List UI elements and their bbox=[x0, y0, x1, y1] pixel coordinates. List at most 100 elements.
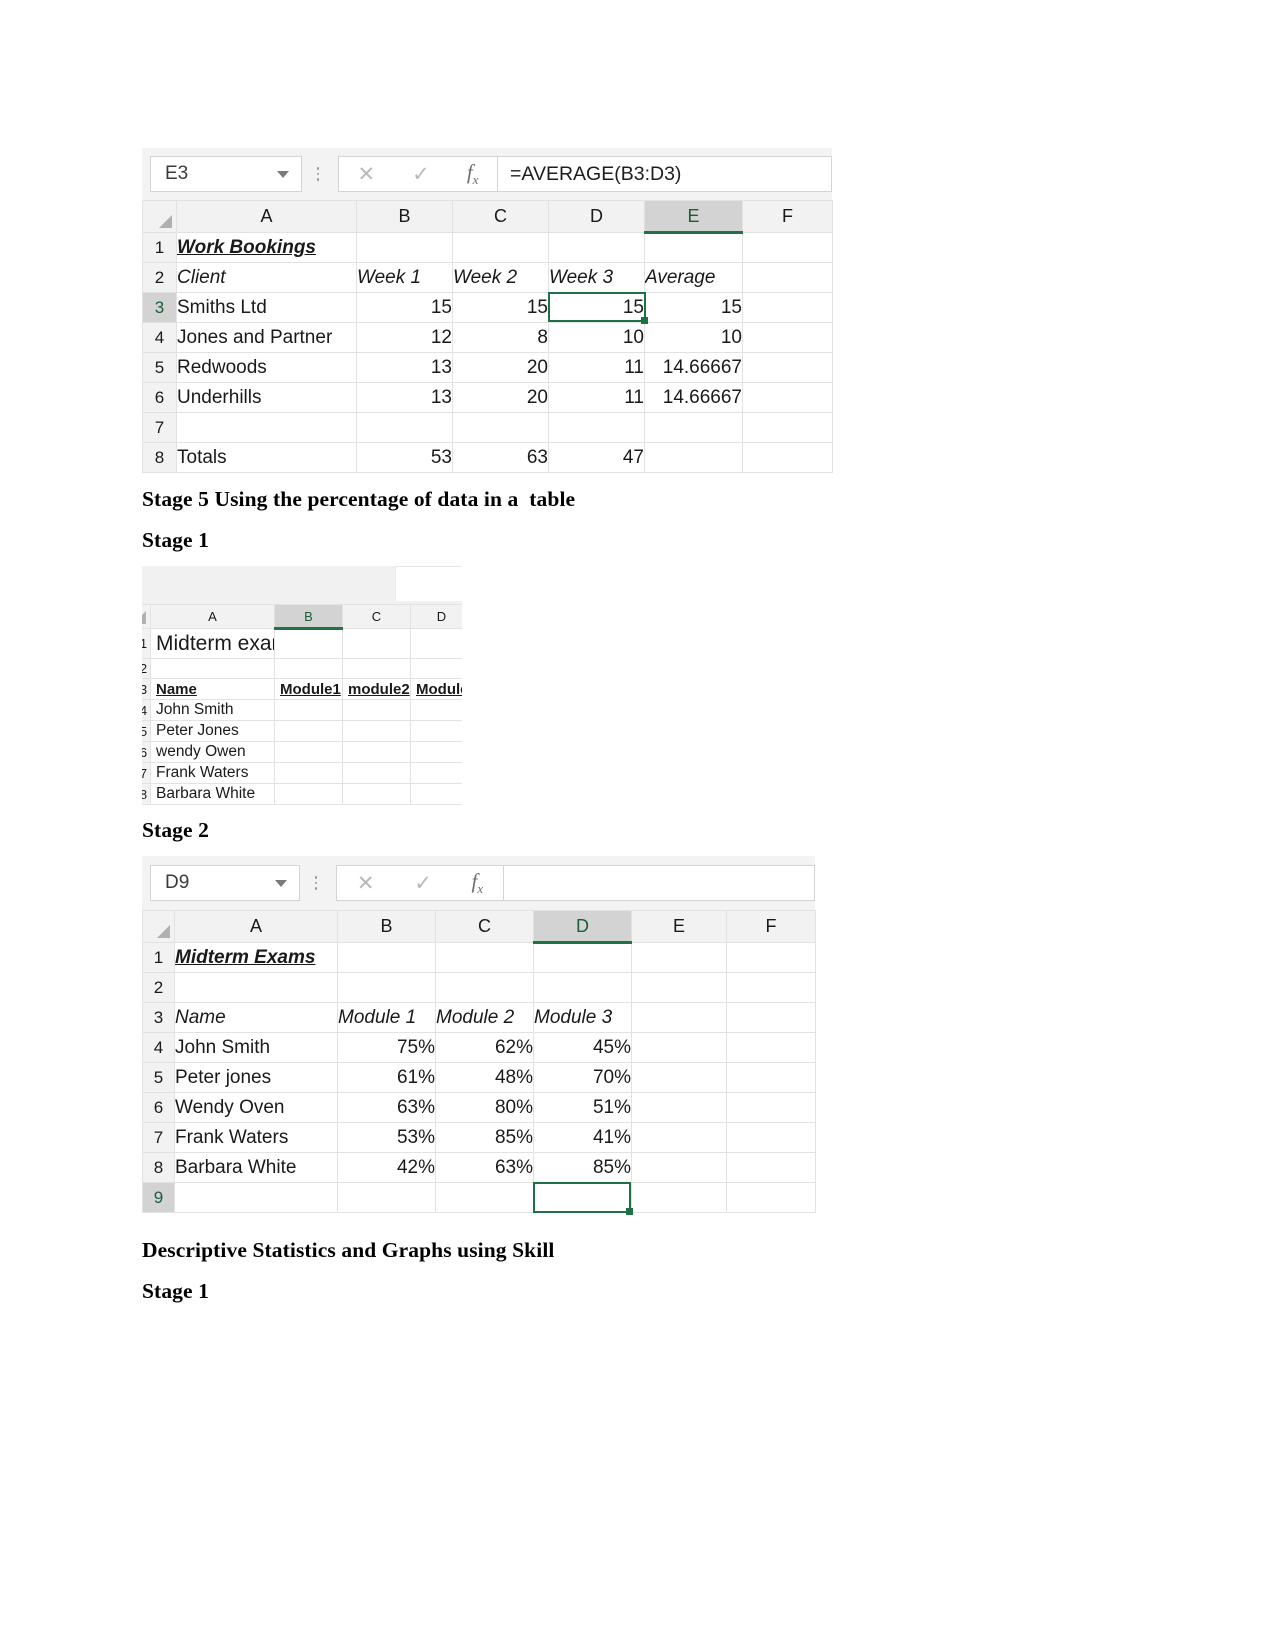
cell-a7[interactable] bbox=[176, 412, 357, 443]
cell-d5[interactable]: 11 bbox=[548, 352, 645, 383]
chevron-down-icon[interactable] bbox=[277, 170, 289, 178]
cell-c7[interactable]: 85% bbox=[435, 1122, 534, 1153]
cell-c4[interactable] bbox=[342, 699, 411, 721]
cell-a2[interactable] bbox=[174, 972, 338, 1003]
column-header-c[interactable]: C bbox=[452, 200, 549, 233]
cell-f1[interactable] bbox=[742, 232, 833, 263]
cell-e6[interactable]: 14.66667 bbox=[644, 382, 743, 413]
spreadsheet-grid-1[interactable]: A B C D E F 1 Work Bookings 2 Client Wee… bbox=[142, 200, 833, 473]
cell-b2[interactable]: Week 1 bbox=[356, 262, 453, 293]
cell-a3[interactable]: Name bbox=[174, 1002, 338, 1033]
row-header-2[interactable]: 2 bbox=[142, 972, 175, 1003]
cell-d3[interactable]: 15 bbox=[548, 292, 645, 323]
cell-b2[interactable] bbox=[337, 972, 436, 1003]
cell-d7[interactable] bbox=[410, 762, 462, 784]
row-header-2[interactable]: 2 bbox=[142, 658, 151, 679]
row-header-5[interactable]: 5 bbox=[142, 1062, 175, 1093]
cell-b4[interactable] bbox=[274, 699, 343, 721]
cell-d4[interactable]: 10 bbox=[548, 322, 645, 353]
x-icon[interactable]: ✕ bbox=[358, 164, 376, 185]
cell-b5[interactable]: 61% bbox=[337, 1062, 436, 1093]
cell-c9[interactable] bbox=[435, 1182, 534, 1213]
cell-e8[interactable] bbox=[644, 442, 743, 473]
cell-a5[interactable]: Peter jones bbox=[174, 1062, 338, 1093]
cell-f6[interactable] bbox=[726, 1092, 816, 1123]
cell-c5[interactable] bbox=[342, 720, 411, 742]
row-header-6[interactable]: 6 bbox=[142, 1092, 175, 1123]
cell-b6[interactable] bbox=[274, 741, 343, 763]
row-header-5[interactable]: 5 bbox=[142, 352, 177, 383]
cell-a5[interactable]: Peter Jones bbox=[150, 720, 275, 742]
cell-a8[interactable]: Barbara White bbox=[174, 1152, 338, 1183]
cell-d9[interactable] bbox=[533, 1182, 632, 1213]
cell-a7[interactable]: Frank Waters bbox=[150, 762, 275, 784]
cell-b7[interactable] bbox=[274, 762, 343, 784]
cell-f4[interactable] bbox=[742, 322, 833, 353]
cell-f1[interactable] bbox=[726, 942, 816, 973]
table-row[interactable]: 7 Frank Waters bbox=[142, 762, 462, 784]
chevron-down-icon[interactable] bbox=[275, 879, 287, 887]
cell-d5[interactable] bbox=[410, 720, 462, 742]
cell-e1[interactable] bbox=[631, 942, 727, 973]
cell-e5[interactable]: 14.66667 bbox=[644, 352, 743, 383]
cell-d6[interactable]: 11 bbox=[548, 382, 645, 413]
row-header-3[interactable]: 3 bbox=[142, 292, 177, 323]
column-header-d[interactable]: D bbox=[410, 604, 462, 629]
cell-c1[interactable] bbox=[435, 942, 534, 973]
table-row[interactable]: 7 Frank Waters 53% 85% 41% bbox=[142, 1122, 816, 1153]
cell-c5[interactable]: 48% bbox=[435, 1062, 534, 1093]
cell-b8[interactable]: 42% bbox=[337, 1152, 436, 1183]
cell-c8[interactable] bbox=[342, 783, 411, 805]
row-header-4[interactable]: 4 bbox=[142, 699, 151, 721]
cell-d7[interactable] bbox=[548, 412, 645, 443]
cell-e5[interactable] bbox=[631, 1062, 727, 1093]
cell-e6[interactable] bbox=[631, 1092, 727, 1123]
table-row[interactable]: 5 Peter jones 61% 48% 70% bbox=[142, 1062, 816, 1093]
cell-b4[interactable]: 12 bbox=[356, 322, 453, 353]
row-header-1[interactable]: 1 bbox=[142, 942, 175, 973]
column-header-b[interactable]: B bbox=[356, 200, 453, 233]
table-row[interactable]: 3 Name Module 1 Module 2 Module 3 bbox=[142, 1002, 816, 1033]
table-row[interactable]: 6 Underhills 13 20 11 14.66667 bbox=[142, 382, 833, 413]
cell-c3[interactable]: 15 bbox=[452, 292, 549, 323]
cell-c6[interactable]: 20 bbox=[452, 382, 549, 413]
cell-d8[interactable]: 47 bbox=[548, 442, 645, 473]
cell-e2[interactable]: Average bbox=[644, 262, 743, 293]
column-header-d[interactable]: D bbox=[533, 910, 632, 944]
formula-bar-input[interactable]: =AVERAGE(B3:D3) bbox=[498, 156, 832, 192]
cell-b1[interactable] bbox=[274, 628, 343, 659]
cell-a1[interactable]: Work Bookings bbox=[176, 232, 357, 263]
column-header-b[interactable]: B bbox=[337, 910, 436, 943]
cell-f2[interactable] bbox=[742, 262, 833, 293]
row-header-8[interactable]: 8 bbox=[142, 442, 177, 473]
cell-f8[interactable] bbox=[742, 442, 833, 473]
table-row[interactable]: 1 Work Bookings bbox=[142, 232, 833, 263]
cell-a6[interactable]: Underhills bbox=[176, 382, 357, 413]
column-header-a[interactable]: A bbox=[176, 200, 357, 233]
row-header-4[interactable]: 4 bbox=[142, 1032, 175, 1063]
cell-c6[interactable] bbox=[342, 741, 411, 763]
formula-bar-input[interactable] bbox=[504, 865, 815, 901]
table-row[interactable]: 3 Name Module1 module2 Module3 bbox=[142, 678, 462, 700]
cell-d7[interactable]: 41% bbox=[533, 1122, 632, 1153]
select-all-corner[interactable] bbox=[142, 604, 151, 629]
cell-a9[interactable] bbox=[174, 1182, 338, 1213]
cell-d3[interactable]: Module3 bbox=[410, 678, 462, 700]
table-row[interactable]: 3 Smiths Ltd 15 15 15 15 bbox=[142, 292, 833, 323]
tab-placeholder[interactable] bbox=[395, 566, 462, 601]
cell-d1[interactable] bbox=[410, 628, 462, 659]
cell-b4[interactable]: 75% bbox=[337, 1032, 436, 1063]
row-header-2[interactable]: 2 bbox=[142, 262, 177, 293]
column-header-f[interactable]: F bbox=[726, 910, 816, 943]
cell-d5[interactable]: 70% bbox=[533, 1062, 632, 1093]
table-row[interactable]: 1 Midterm Exams bbox=[142, 942, 816, 973]
cell-f5[interactable] bbox=[726, 1062, 816, 1093]
cell-c1[interactable] bbox=[342, 628, 411, 659]
row-header-3[interactable]: 3 bbox=[142, 678, 151, 700]
row-header-3[interactable]: 3 bbox=[142, 1002, 175, 1033]
cell-f7[interactable] bbox=[742, 412, 833, 443]
fx-icon[interactable]: fx bbox=[467, 161, 479, 186]
cell-a6[interactable]: Wendy Oven bbox=[174, 1092, 338, 1123]
check-icon[interactable]: ✓ bbox=[412, 164, 430, 185]
spreadsheet-grid-2[interactable]: A B C D 1 Midterm exams 2 3 Nam bbox=[142, 604, 462, 805]
